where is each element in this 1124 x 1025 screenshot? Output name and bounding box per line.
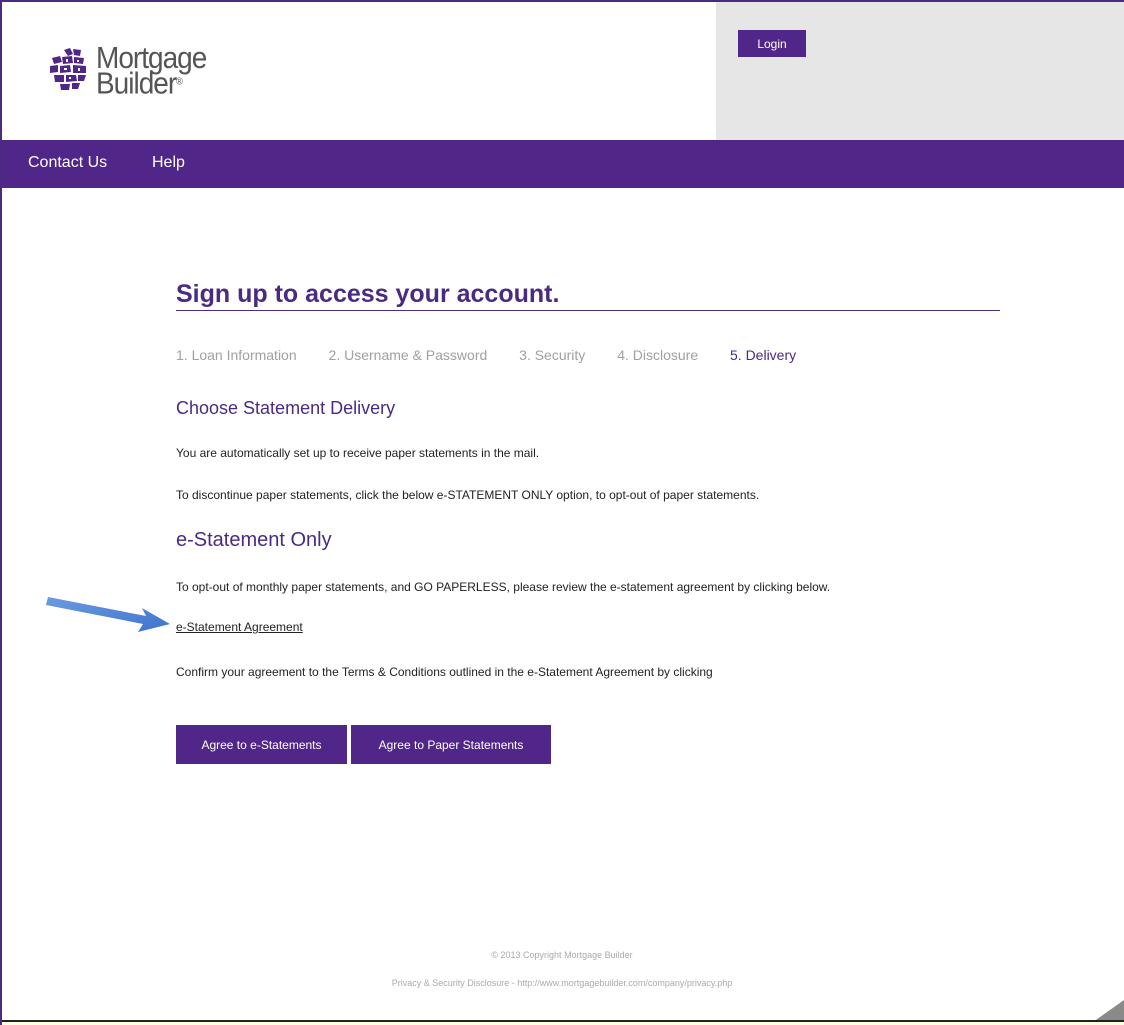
agree-estatements-button[interactable]: Agree to e-Statements (176, 725, 347, 764)
bottom-notification-bar (2, 1020, 1124, 1025)
optout-note: To opt-out of monthly paper statements, … (176, 580, 831, 594)
footer-privacy: Privacy & Security Disclosure - http://w… (391, 978, 733, 988)
choose-delivery-heading: Choose Statement Delivery (176, 398, 396, 418)
nav-contact-us[interactable]: Contact Us (28, 154, 107, 172)
login-panel: Login (716, 2, 1124, 140)
step-loan-information: 1. Loan Information (176, 347, 297, 363)
confirm-note: Confirm your agreement to the Terms & Co… (176, 665, 713, 679)
page-title: Sign up to access your account. (176, 280, 560, 308)
agree-paper-statements-button[interactable]: Agree to Paper Statements (351, 725, 551, 764)
estatement-agreement-link[interactable]: e-Statement Agreement (176, 620, 303, 634)
logo-line-2-text: Builder (96, 65, 177, 100)
logo-wordmark: Mortgage Builder® (96, 42, 207, 103)
step-delivery: 5. Delivery (730, 347, 797, 363)
title-divider (176, 310, 1000, 311)
step-username-password: 2. Username & Password (328, 347, 488, 363)
header: Mortgage Builder® Login (2, 2, 1124, 140)
logo-registered-mark: ® (176, 75, 183, 87)
discontinue-note: To discontinue paper statements, click t… (176, 488, 760, 502)
page-corner-icon (1093, 1000, 1124, 1022)
estatement-heading: e-Statement Only (176, 529, 332, 551)
paper-statement-note: You are automatically set up to receive … (176, 446, 540, 460)
signup-steps: 1. Loan Information 2. Username & Passwo… (176, 347, 824, 363)
logo-mark-icon (50, 48, 86, 90)
step-disclosure: 4. Disclosure (617, 347, 699, 363)
main-nav: Contact Us Help (2, 140, 1124, 188)
footer-copyright: © 2013 Copyright Mortgage Builder (491, 950, 633, 960)
login-button[interactable]: Login (738, 30, 806, 57)
step-security: 3. Security (519, 347, 586, 363)
nav-help[interactable]: Help (152, 154, 185, 172)
annotation-arrow-icon (46, 597, 170, 632)
logo-line-2: Builder® (96, 68, 206, 103)
mortgage-builder-logo[interactable]: Mortgage Builder® (46, 42, 246, 106)
